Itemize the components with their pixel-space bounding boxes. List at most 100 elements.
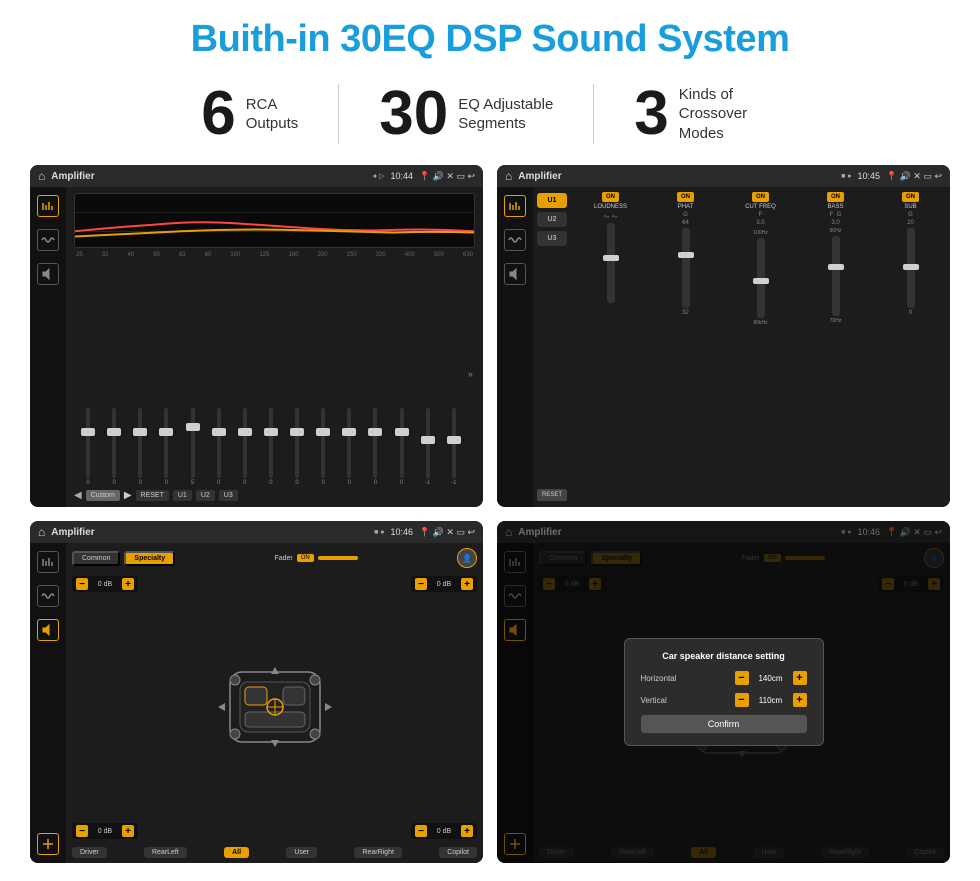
crossover-sidebar-vol[interactable] bbox=[504, 263, 526, 285]
stats-row: 6 RCAOutputs 30 EQ AdjustableSegments 3 … bbox=[30, 83, 950, 145]
page-wrapper: Buith-in 30EQ DSP Sound System 6 RCAOutp… bbox=[0, 0, 980, 881]
sub-name: SUB bbox=[904, 204, 916, 210]
speaker-tabs: Common Specialty bbox=[72, 551, 175, 566]
preset-u3[interactable]: U3 bbox=[537, 231, 567, 246]
phat-toggle[interactable]: ON bbox=[677, 192, 694, 202]
eq-u1[interactable]: U1 bbox=[173, 490, 192, 501]
loudness-slider[interactable] bbox=[607, 223, 615, 303]
vol-control-fl: − 0 dB + bbox=[72, 576, 138, 592]
speaker-layout bbox=[72, 596, 477, 817]
crossover-content: U1 U2 U3 RESET ON LOUDNESS ～～ bbox=[497, 187, 950, 507]
speaker-sidebar-eq[interactable] bbox=[37, 551, 59, 573]
loudness-name: LOUDNESS bbox=[594, 204, 627, 210]
eq-u2[interactable]: U2 bbox=[196, 490, 215, 501]
crossover-params: ON LOUDNESS ～～ ON PHAT bbox=[571, 187, 950, 507]
vol-fl-plus[interactable]: + bbox=[122, 578, 134, 590]
sub-slider[interactable] bbox=[907, 228, 915, 308]
vol-rl-value: 0 dB bbox=[91, 828, 119, 835]
btn-driver[interactable]: Driver bbox=[72, 847, 107, 858]
eq-play[interactable]: ▶ bbox=[124, 490, 132, 501]
screen-eq: ⌂ Amplifier ● ▷ 10:44 📍 🔊 ✕ ▭ ↩ bbox=[30, 165, 483, 507]
eq-slider-1: 0 bbox=[102, 408, 126, 486]
eq-slider-10: 0 bbox=[337, 408, 361, 486]
speaker-home-icon[interactable]: ⌂ bbox=[38, 525, 45, 539]
tab-common[interactable]: Common bbox=[72, 551, 120, 566]
vol-rr-plus[interactable]: + bbox=[461, 825, 473, 837]
bass-slider[interactable] bbox=[832, 236, 840, 316]
btn-rearright[interactable]: RearRight bbox=[354, 847, 402, 858]
screen-dialog: ⌂ Amplifier ■ ● 10:46 📍 🔊 ✕ ▭ ↩ bbox=[497, 521, 950, 863]
crossover-status-bar: ⌂ Amplifier ■ ● 10:45 📍 🔊 ✕ ▭ ↩ bbox=[497, 165, 950, 187]
eq-sidebar-eq[interactable] bbox=[37, 195, 59, 217]
crossover-status-icons: 📍 🔊 ✕ ▭ ↩ bbox=[886, 171, 942, 182]
loudness-toggle[interactable]: ON bbox=[602, 192, 619, 202]
confirm-button[interactable]: Confirm bbox=[641, 715, 807, 733]
preset-u2[interactable]: U2 bbox=[537, 212, 567, 227]
speaker-sidebar-wave[interactable] bbox=[37, 585, 59, 607]
eq-u3[interactable]: U3 bbox=[219, 490, 238, 501]
crossover-sidebar-eq[interactable] bbox=[504, 195, 526, 217]
eq-more-icon: » bbox=[468, 369, 473, 379]
btn-rearleft[interactable]: RearLeft bbox=[144, 847, 187, 858]
eq-home-icon[interactable]: ⌂ bbox=[38, 169, 45, 183]
phat-slider[interactable] bbox=[682, 228, 690, 308]
crossover-time: 10:45 bbox=[857, 171, 880, 181]
crossover-home-icon[interactable]: ⌂ bbox=[505, 169, 512, 183]
tab-specialty[interactable]: Specialty bbox=[124, 551, 175, 566]
page-title: Buith-in 30EQ DSP Sound System bbox=[191, 18, 790, 61]
stat-eq: 30 EQ AdjustableSegments bbox=[339, 83, 593, 145]
dialog-horizontal-plus[interactable]: + bbox=[793, 671, 807, 685]
btn-copilot[interactable]: Copilot bbox=[439, 847, 477, 858]
cutfreq-toggle[interactable]: ON bbox=[752, 192, 769, 202]
dialog-horizontal-minus[interactable]: − bbox=[735, 671, 749, 685]
preset-reset[interactable]: RESET bbox=[537, 489, 567, 501]
speaker-bottom-btns: Driver RearLeft All User RearRight Copil… bbox=[72, 847, 477, 858]
speaker-status-bar: ⌂ Amplifier ■ ● 10:46 📍 🔊 ✕ ▭ ↩ bbox=[30, 521, 483, 543]
vol-rl-minus[interactable]: − bbox=[76, 825, 88, 837]
screen-crossover: ⌂ Amplifier ■ ● 10:45 📍 🔊 ✕ ▭ ↩ bbox=[497, 165, 950, 507]
btn-all[interactable]: All bbox=[224, 847, 249, 858]
sub-toggle[interactable]: ON bbox=[902, 192, 919, 202]
eq-prev[interactable]: ◀ bbox=[74, 490, 82, 501]
eq-preset-custom[interactable]: Custom bbox=[86, 490, 120, 501]
eq-slider-8: 0 bbox=[285, 408, 309, 486]
eq-reset[interactable]: RESET bbox=[136, 490, 169, 501]
bass-name: BASS bbox=[827, 204, 843, 210]
stat-crossover-label: Kinds ofCrossover Modes bbox=[679, 85, 779, 144]
eq-sidebar-wave[interactable] bbox=[37, 229, 59, 251]
phat-name: PHAT bbox=[678, 204, 694, 210]
speaker-sidebar-expand[interactable] bbox=[37, 833, 59, 855]
vol-fl-minus[interactable]: − bbox=[76, 578, 88, 590]
preset-u1[interactable]: U1 bbox=[537, 193, 567, 208]
eq-slider-11: 0 bbox=[363, 408, 387, 486]
stat-rca: 6 RCAOutputs bbox=[161, 83, 338, 145]
vol-fr-plus[interactable]: + bbox=[461, 578, 473, 590]
btn-user[interactable]: User bbox=[286, 847, 317, 858]
eq-sidebar-vol[interactable] bbox=[37, 263, 59, 285]
vol-rl-plus[interactable]: + bbox=[122, 825, 134, 837]
fader-row: Fader ON bbox=[274, 554, 357, 562]
speaker-sidebar-vol[interactable] bbox=[37, 619, 59, 641]
vol-fr-minus[interactable]: − bbox=[415, 578, 427, 590]
eq-sidebar bbox=[30, 187, 66, 507]
eq-slider-6: 0 bbox=[233, 408, 257, 486]
cutfreq-slider[interactable] bbox=[757, 238, 765, 318]
dialog-vertical-minus[interactable]: − bbox=[735, 693, 749, 707]
dialog-vertical-plus[interactable]: + bbox=[793, 693, 807, 707]
speaker-time: 10:46 bbox=[390, 527, 413, 537]
crossover-sidebar-wave[interactable] bbox=[504, 229, 526, 251]
screen-speaker: ⌂ Amplifier ■ ● 10:46 📍 🔊 ✕ ▭ ↩ bbox=[30, 521, 483, 863]
vol-control-rl: − 0 dB + bbox=[72, 823, 138, 839]
fader-on-badge: ON bbox=[297, 554, 314, 562]
dialog-vertical-label: Vertical bbox=[641, 696, 667, 705]
vol-rr-minus[interactable]: − bbox=[415, 825, 427, 837]
dialog-horizontal-label: Horizontal bbox=[641, 674, 677, 683]
sub-value: 0 bbox=[909, 310, 912, 316]
vol-controls-bottom: − 0 dB + − 0 dB + bbox=[72, 823, 477, 839]
bass-toggle[interactable]: ON bbox=[827, 192, 844, 202]
param-sub: ON SUB G 20 0 bbox=[875, 192, 946, 502]
eq-slider-7: 0 bbox=[259, 408, 283, 486]
fader-slider[interactable] bbox=[318, 556, 358, 560]
eq-slider-14: -1 bbox=[442, 408, 466, 486]
crossover-main: U1 U2 U3 RESET ON LOUDNESS ～～ bbox=[533, 187, 950, 507]
